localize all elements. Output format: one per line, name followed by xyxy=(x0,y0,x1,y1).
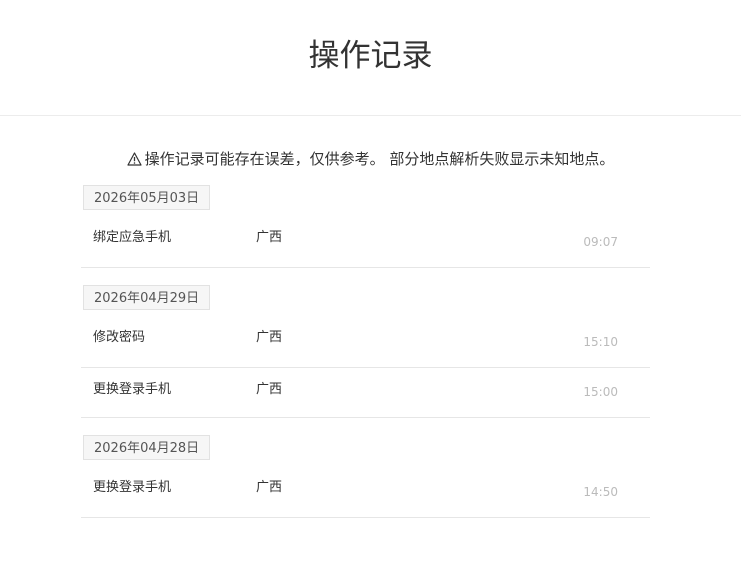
log-time: 15:00 xyxy=(583,385,618,399)
log-row: 更换登录手机 广西 14:50 xyxy=(81,460,650,518)
date-group: 2026年04月28日 更换登录手机 广西 14:50 xyxy=(81,435,650,518)
log-location: 广西 xyxy=(256,330,283,345)
notice-text: 操作记录可能存在误差，仅供参考。 部分地点解析失败显示未知地点。 xyxy=(144,150,615,168)
notice-banner: 操作记录可能存在误差，仅供参考。 部分地点解析失败显示未知地点。 xyxy=(0,148,741,170)
date-tag: 2026年04月29日 xyxy=(83,285,211,310)
log-location: 广西 xyxy=(256,382,283,397)
page-title: 操作记录 xyxy=(308,38,433,74)
warning-triangle-icon xyxy=(127,152,142,166)
log-action: 绑定应急手机 xyxy=(93,230,172,245)
log-location: 广西 xyxy=(256,480,283,495)
log-row: 修改密码 广西 15:10 xyxy=(81,310,650,368)
operation-log-list: 2026年05月03日 绑定应急手机 广西 09:07 2026年04月29日 … xyxy=(81,185,650,535)
log-time: 14:50 xyxy=(583,485,618,499)
log-location: 广西 xyxy=(256,230,283,245)
log-row: 更换登录手机 广西 15:00 xyxy=(81,368,650,418)
log-action: 更换登录手机 xyxy=(93,480,172,495)
log-time: 15:10 xyxy=(583,335,618,349)
log-time: 09:07 xyxy=(583,235,618,249)
log-action: 更换登录手机 xyxy=(93,382,172,397)
date-tag: 2026年05月03日 xyxy=(83,185,211,210)
date-group: 2026年05月03日 绑定应急手机 广西 09:07 xyxy=(81,185,650,268)
date-group: 2026年04月29日 修改密码 广西 15:10 更换登录手机 广西 15:0… xyxy=(81,285,650,418)
log-row: 绑定应急手机 广西 09:07 xyxy=(81,210,650,268)
date-tag: 2026年04月28日 xyxy=(83,435,211,460)
page-header: 操作记录 xyxy=(0,0,741,116)
log-action: 修改密码 xyxy=(93,330,146,345)
